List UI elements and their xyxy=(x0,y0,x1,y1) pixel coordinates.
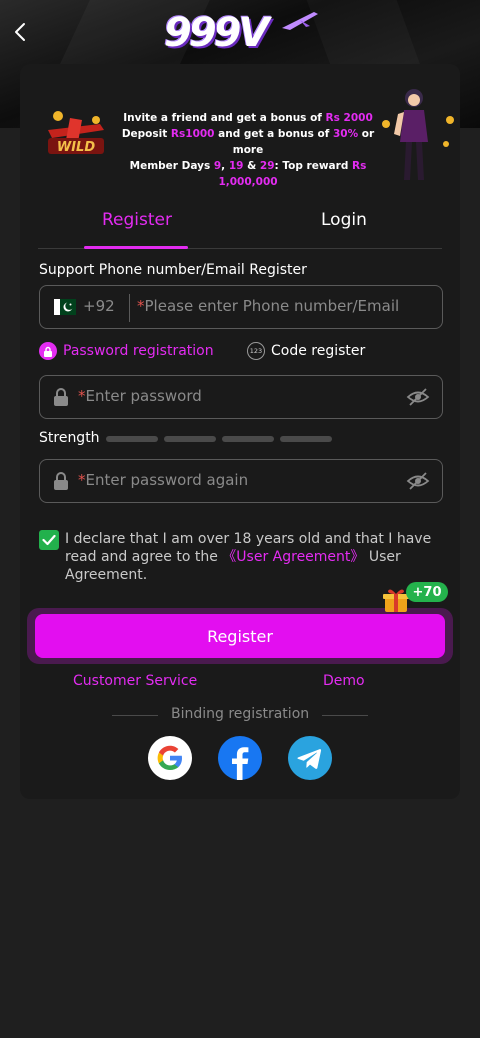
character-illustration xyxy=(382,89,454,180)
password-registration-option[interactable]: Password registration xyxy=(39,342,214,360)
code-register-option[interactable]: 123 Code register xyxy=(247,342,365,360)
agreement-text: I declare that I am over 18 years old an… xyxy=(65,531,432,583)
password-input[interactable]: *Enter password xyxy=(78,387,202,405)
code-123-icon: 123 xyxy=(247,342,265,360)
lock-icon xyxy=(54,472,68,490)
lock-icon xyxy=(39,342,57,360)
pakistan-flag-icon xyxy=(54,299,76,315)
tab-register[interactable]: Register xyxy=(102,210,172,230)
auth-tabs: Register Login xyxy=(38,200,442,250)
eye-off-icon[interactable] xyxy=(406,387,430,407)
strength-label: Strength xyxy=(39,430,100,446)
facebook-login-button[interactable] xyxy=(218,736,262,780)
register-method-label: Support Phone number/Email Register xyxy=(39,262,307,278)
agreement-checkbox[interactable] xyxy=(39,530,59,550)
plane-icon xyxy=(282,12,318,30)
bonus-badge: +70 xyxy=(406,582,448,602)
strength-bar xyxy=(222,436,274,442)
password-field[interactable]: *Enter password xyxy=(39,375,443,419)
logo-text: 999V xyxy=(164,10,269,56)
telegram-icon xyxy=(297,749,322,769)
divider-line xyxy=(322,715,368,716)
strength-bar xyxy=(106,436,158,442)
lock-icon xyxy=(54,388,68,406)
strength-bar xyxy=(164,436,216,442)
google-icon xyxy=(157,745,182,770)
divider-line xyxy=(112,715,158,716)
country-code[interactable]: +92 xyxy=(83,297,115,315)
phone-email-input[interactable]: *Please enter Phone number/Email xyxy=(137,297,399,315)
password-again-field[interactable]: *Enter password again xyxy=(39,459,443,503)
strength-bar xyxy=(280,436,332,442)
google-login-button[interactable] xyxy=(148,736,192,780)
register-button[interactable]: Register xyxy=(35,614,445,658)
code-divider xyxy=(129,294,130,322)
promo-text: Invite a friend and get a bonus of Rs 20… xyxy=(121,112,375,188)
password-again-input[interactable]: *Enter password again xyxy=(78,471,248,489)
binding-registration-label: Binding registration xyxy=(171,706,310,722)
facebook-icon xyxy=(232,747,249,780)
checkmark-icon xyxy=(42,534,56,546)
logo: 999V xyxy=(160,6,320,60)
wild-text: WILD xyxy=(57,140,95,155)
promo-banner: WILD Invite a friend and get a bonus of … xyxy=(20,80,460,190)
customer-service-link[interactable]: Customer Service xyxy=(73,673,197,689)
binding-registration-divider: Binding registration xyxy=(112,706,368,724)
phone-email-field[interactable]: +92 *Please enter Phone number/Email xyxy=(39,285,443,329)
tab-active-indicator xyxy=(84,246,188,249)
tab-login[interactable]: Login xyxy=(321,210,367,230)
user-agreement-link[interactable]: 《User Agreement》 xyxy=(222,549,364,565)
chevron-left-icon xyxy=(15,23,25,41)
back-button[interactable] xyxy=(8,18,32,46)
register-mode-selector: Password registration 123 Code register xyxy=(39,342,443,362)
register-bonus: +70 xyxy=(382,582,452,616)
wild-plane-icon: WILD xyxy=(48,111,104,155)
eye-off-icon[interactable] xyxy=(406,471,430,491)
telegram-login-button[interactable] xyxy=(288,736,332,780)
demo-link[interactable]: Demo xyxy=(323,673,365,689)
